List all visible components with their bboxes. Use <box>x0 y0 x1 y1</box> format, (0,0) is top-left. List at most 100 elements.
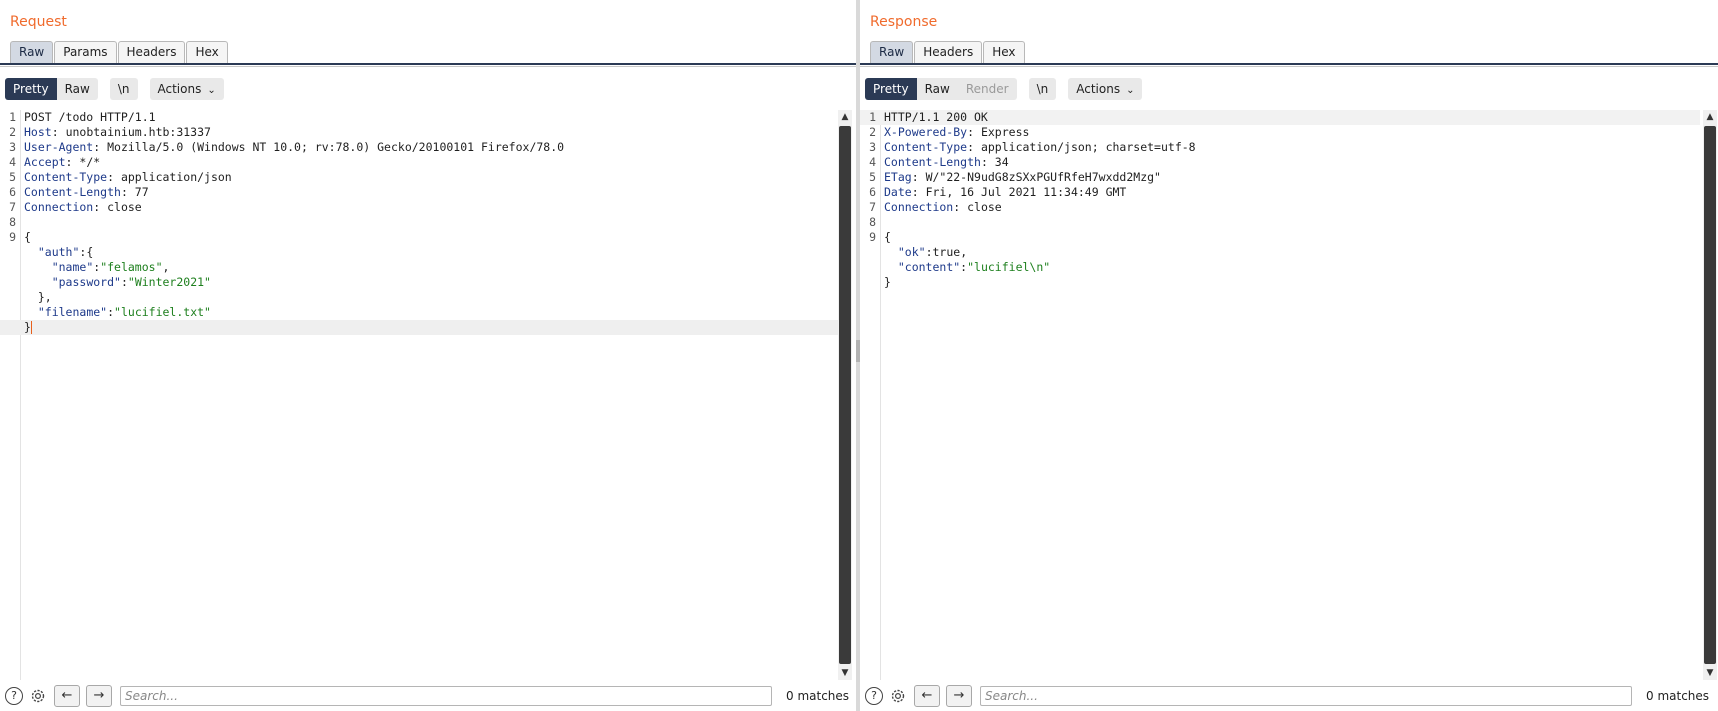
line-number: 7 <box>869 200 876 214</box>
scroll-down-icon[interactable]: ▼ <box>838 666 852 680</box>
line-content: Connection: close <box>884 200 1002 214</box>
arrow-left-icon[interactable]: ← <box>914 684 940 707</box>
json-key: "name" <box>51 260 94 274</box>
scroll-up-icon[interactable]: ▲ <box>1703 110 1717 124</box>
response-scrollbar[interactable]: ▲ ▼ <box>1703 110 1717 680</box>
actions-dropdown[interactable]: Actions ⌄ <box>1068 78 1143 100</box>
header-value: Express <box>980 125 1030 139</box>
code-line: } <box>860 275 1700 290</box>
divider <box>860 66 1718 67</box>
tab-headers[interactable]: Headers <box>117 41 186 63</box>
header-name: Content-Length <box>24 185 121 199</box>
raw-button[interactable]: Raw <box>916 78 958 100</box>
json-value: "lucifiel\n" <box>967 260 1051 274</box>
line-number: 4 <box>9 155 16 169</box>
tab-headers[interactable]: Headers <box>914 41 983 63</box>
header-value: application/json; charset=utf-8 <box>980 140 1196 154</box>
tab-raw[interactable]: Raw <box>870 41 914 63</box>
arrow-left-icon[interactable]: ← <box>54 684 80 707</box>
scroll-thumb[interactable] <box>839 126 851 664</box>
tab-underline <box>860 63 1718 65</box>
line-content: "filename":"lucifiel.txt" <box>24 305 211 320</box>
tab-underline <box>0 63 856 65</box>
line-content: X-Powered-By: Express <box>884 125 1030 139</box>
raw-button[interactable]: Raw <box>56 78 98 100</box>
code-line: } <box>0 320 838 335</box>
json-value: "lucifiel.txt" <box>114 305 211 319</box>
settings-button[interactable] <box>888 686 908 706</box>
request-scrollbar[interactable]: ▲ ▼ <box>838 110 852 680</box>
code-line: 4 Accept: */* <box>0 155 838 170</box>
json-key: "filename" <box>37 305 108 319</box>
code-line: "name":"felamos", <box>0 260 838 275</box>
header-name: Accept <box>24 155 66 169</box>
code-line: 6 Content-Length: 77 <box>0 185 838 200</box>
plain-text: POST /todo HTTP/1.1 <box>24 110 156 124</box>
header-name: Content-Type <box>884 140 968 154</box>
json-key: "content" <box>897 260 961 274</box>
arrow-right-icon[interactable]: → <box>86 684 112 707</box>
match-count: 0 matches <box>786 688 850 703</box>
actions-label: Actions <box>1076 82 1121 96</box>
line-number: 6 <box>869 185 876 199</box>
request-pane: Request Raw Params Headers Hex Pretty Ra… <box>0 0 856 711</box>
request-search-bar: ? ← → 0 matches <box>0 680 856 711</box>
actions-dropdown[interactable]: Actions ⌄ <box>149 78 224 100</box>
settings-button[interactable] <box>28 686 48 706</box>
header-name: Content-Type <box>24 170 108 184</box>
code-line: 6 Date: Fri, 16 Jul 2021 11:34:49 GMT <box>860 185 1700 200</box>
pretty-button[interactable]: Pretty <box>865 78 917 100</box>
header-value: unobtainium.htb:31337 <box>65 125 211 139</box>
response-tabs: Raw Headers Hex <box>870 41 1026 64</box>
render-button[interactable]: Render <box>957 78 1017 100</box>
response-editor[interactable]: 1 HTTP/1.1 200 OK 2 X-Powered-By: Express 3 C… <box>860 110 1700 680</box>
header-value: application/json <box>120 170 232 184</box>
code-line: 5 Content-Type: application/json <box>0 170 838 185</box>
header-value: W/"22-N9udG8zSXxPGUfRfeH7wxdd2Mzg" <box>925 170 1161 184</box>
scroll-down-icon[interactable]: ▼ <box>1703 666 1717 680</box>
code-line: "ok":true, <box>860 245 1700 260</box>
line-content: Connection: close <box>24 200 142 214</box>
pretty-button[interactable]: Pretty <box>5 78 57 100</box>
line-number: 3 <box>9 140 16 154</box>
json-punct: , <box>162 260 170 274</box>
arrow-right-icon[interactable]: → <box>946 684 972 707</box>
code-line: }, <box>0 290 838 305</box>
tab-params[interactable]: Params <box>54 41 117 63</box>
line-content: }, <box>24 290 52 305</box>
search-input[interactable] <box>980 685 1632 706</box>
code-line: 3 User-Agent: Mozilla/5.0 (Windows NT 10.… <box>0 140 838 155</box>
line-number: 1 <box>869 110 876 124</box>
code-line: "password":"Winter2021" <box>0 275 838 290</box>
line-number: 8 <box>9 215 16 229</box>
line-number: 7 <box>9 200 16 214</box>
help-button[interactable]: ? <box>4 686 24 706</box>
line-content: "auth":{ <box>24 245 93 260</box>
line-number: 5 <box>9 170 16 184</box>
newline-toggle-button[interactable]: \n <box>109 78 138 100</box>
line-content: "ok":true, <box>884 245 967 260</box>
tab-raw[interactable]: Raw <box>10 41 54 63</box>
request-tabs: Raw Params Headers Hex <box>10 41 229 64</box>
json-separator: : <box>925 245 933 259</box>
search-input[interactable] <box>120 685 772 706</box>
header-name: User-Agent <box>24 140 94 154</box>
newline-toggle-button[interactable]: \n <box>1028 78 1057 100</box>
scroll-thumb[interactable] <box>1704 126 1716 664</box>
line-number: 4 <box>869 155 876 169</box>
line-number: 1 <box>9 110 16 124</box>
help-button[interactable]: ? <box>864 686 884 706</box>
scroll-up-icon[interactable]: ▲ <box>838 110 852 124</box>
plain-text: { <box>884 230 891 244</box>
line-number: 8 <box>869 215 876 229</box>
tab-hex[interactable]: Hex <box>186 41 228 63</box>
line-content: Content-Type: application/json <box>24 170 232 184</box>
line-content: Content-Length: 34 <box>884 155 1009 169</box>
help-icon: ? <box>865 686 883 705</box>
request-editor[interactable]: 1 POST /todo HTTP/1.1 2 Host: unobtainium.h… <box>0 110 838 680</box>
code-line: 7 Connection: close <box>860 200 1700 215</box>
header-name: Connection <box>884 200 954 214</box>
header-name: ETag <box>884 170 912 184</box>
tab-hex[interactable]: Hex <box>983 41 1025 63</box>
